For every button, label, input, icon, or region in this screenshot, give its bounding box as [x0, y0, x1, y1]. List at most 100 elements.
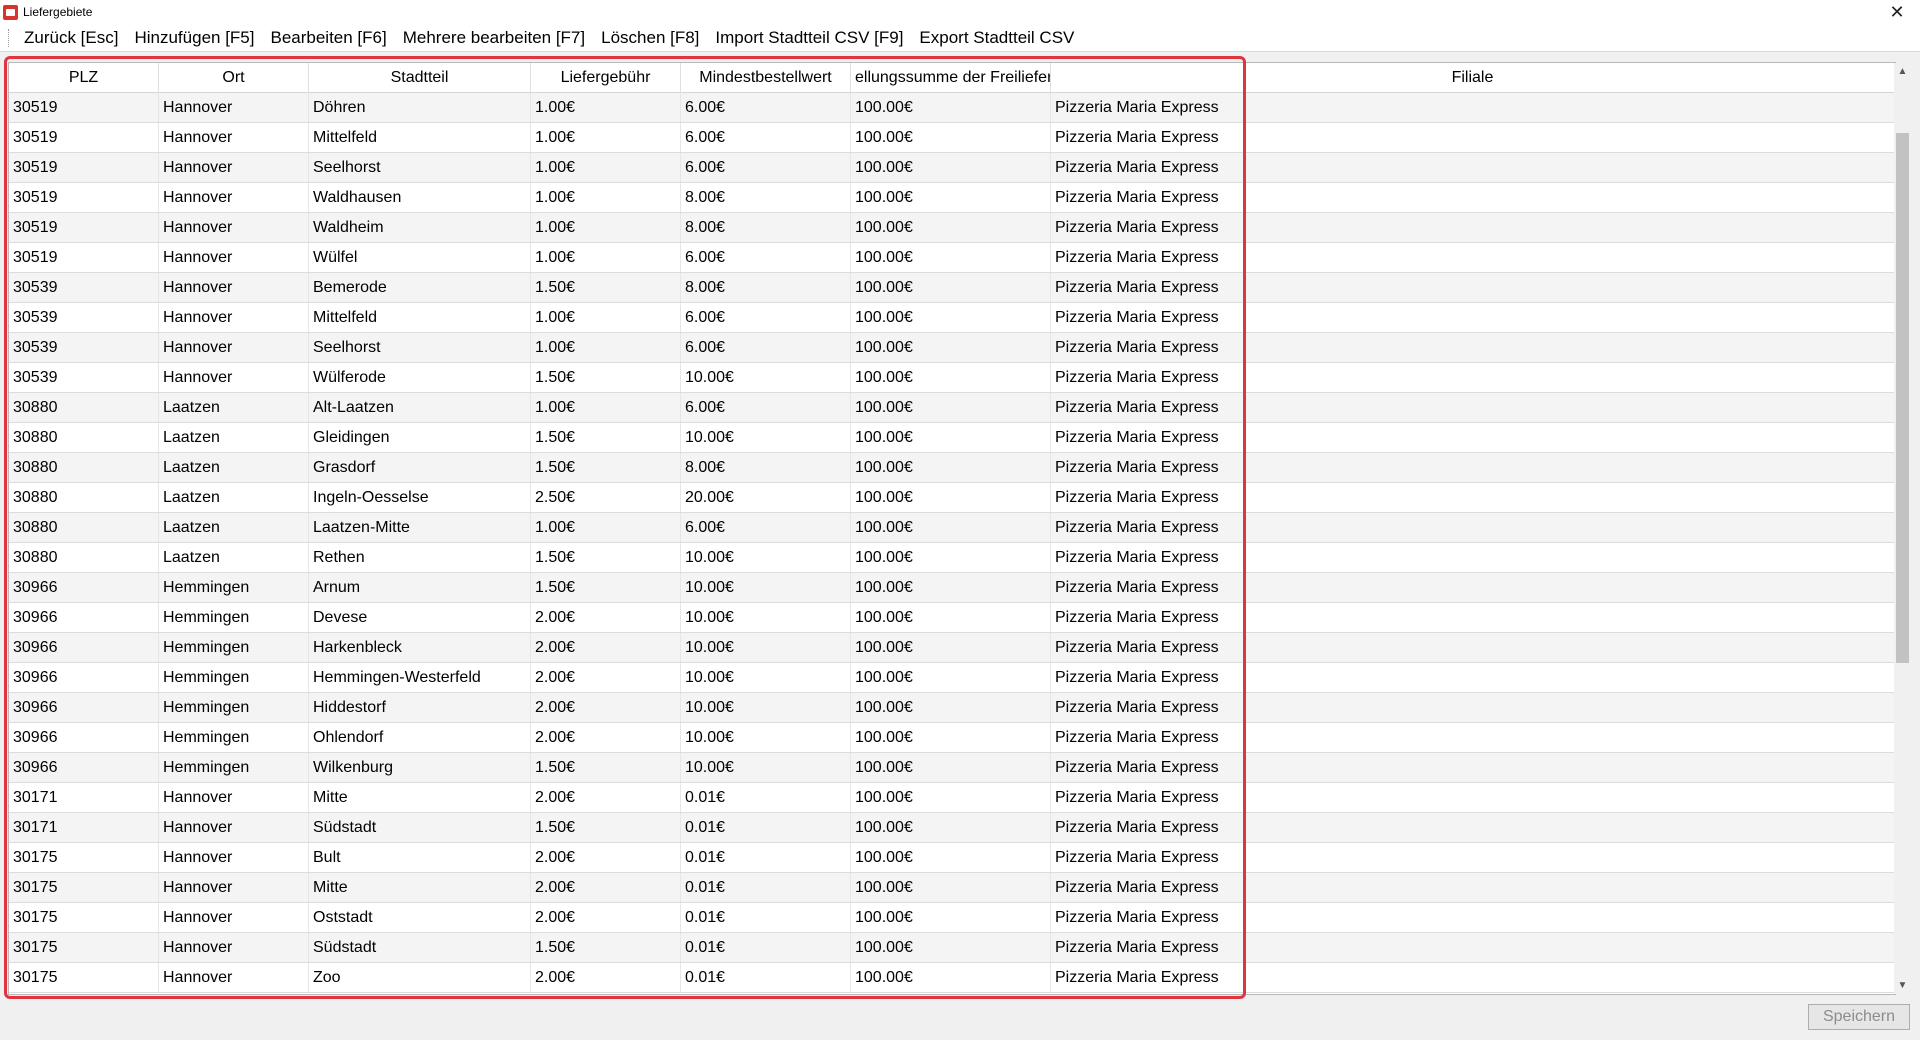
cell-freilieferung[interactable]: 100.00€ [851, 483, 1051, 512]
cell-mindestbestellwert[interactable]: 10.00€ [681, 603, 851, 632]
cell-stadtteil[interactable]: Harkenbleck [309, 633, 531, 662]
cell-ort[interactable]: Hannover [159, 963, 309, 992]
cell-plz[interactable]: 30171 [9, 783, 159, 812]
cell-freilieferung[interactable]: 100.00€ [851, 93, 1051, 122]
cell-plz[interactable]: 30966 [9, 723, 159, 752]
cell-ort[interactable]: Hannover [159, 363, 309, 392]
table-row[interactable]: 30880 Laatzen Rethen 1.50€ 10.00€ 100.00€ Pizz… [9, 543, 1895, 573]
cell-mindestbestellwert[interactable]: 8.00€ [681, 183, 851, 212]
cell-ort[interactable]: Hannover [159, 303, 309, 332]
cell-ort[interactable]: Hannover [159, 873, 309, 902]
scroll-up-icon[interactable]: ▲ [1894, 63, 1911, 80]
table-row[interactable]: 30175 Hannover Südstadt 1.50€ 0.01€ 100.00€ Pi… [9, 933, 1895, 963]
cell-stadtteil[interactable]: Alt-Laatzen [309, 393, 531, 422]
cell-stadtteil[interactable]: Seelhorst [309, 333, 531, 362]
cell-liefergebuehr[interactable]: 1.00€ [531, 513, 681, 542]
cell-freilieferung[interactable]: 100.00€ [851, 453, 1051, 482]
cell-mindestbestellwert[interactable]: 0.01€ [681, 873, 851, 902]
cell-plz[interactable]: 30880 [9, 453, 159, 482]
cell-plz[interactable]: 30539 [9, 273, 159, 302]
cell-mindestbestellwert[interactable]: 6.00€ [681, 393, 851, 422]
cell-plz[interactable]: 30519 [9, 153, 159, 182]
table-row[interactable]: 30966 Hemmingen Arnum 1.50€ 10.00€ 100.00€ Piz… [9, 573, 1895, 603]
table-row[interactable]: 30966 Hemmingen Harkenbleck 2.00€ 10.00€ 100.… [9, 633, 1895, 663]
cell-mindestbestellwert[interactable]: 10.00€ [681, 723, 851, 752]
cell-filiale[interactable]: Pizzeria Maria Express [1051, 873, 1895, 902]
cell-plz[interactable]: 30539 [9, 333, 159, 362]
cell-mindestbestellwert[interactable]: 6.00€ [681, 93, 851, 122]
cell-mindestbestellwert[interactable]: 6.00€ [681, 153, 851, 182]
table-row[interactable]: 30880 Laatzen Ingeln-Oesselse 2.50€ 20.00€ 10… [9, 483, 1895, 513]
cell-freilieferung[interactable]: 100.00€ [851, 213, 1051, 242]
cell-filiale[interactable]: Pizzeria Maria Express [1051, 273, 1895, 302]
cell-plz[interactable]: 30171 [9, 813, 159, 842]
cell-plz[interactable]: 30880 [9, 393, 159, 422]
cell-liefergebuehr[interactable]: 2.00€ [531, 633, 681, 662]
cell-plz[interactable]: 30966 [9, 633, 159, 662]
table-row[interactable]: 30175 Hannover Mitte 2.00€ 0.01€ 100.00€ Pizze… [9, 873, 1895, 903]
cell-freilieferung[interactable]: 100.00€ [851, 153, 1051, 182]
cell-ort[interactable]: Hannover [159, 273, 309, 302]
close-icon[interactable]: ✕ [1874, 0, 1920, 24]
cell-freilieferung[interactable]: 100.00€ [851, 273, 1051, 302]
table-row[interactable]: 30519 Hannover Wülfel 1.00€ 6.00€ 100.00€ Pizz… [9, 243, 1895, 273]
cell-plz[interactable]: 30539 [9, 363, 159, 392]
cell-stadtteil[interactable]: Mittelfeld [309, 123, 531, 152]
cell-filiale[interactable]: Pizzeria Maria Express [1051, 633, 1895, 662]
cell-liefergebuehr[interactable]: 2.00€ [531, 873, 681, 902]
cell-liefergebuehr[interactable]: 1.50€ [531, 543, 681, 572]
cell-filiale[interactable]: Pizzeria Maria Express [1051, 93, 1895, 122]
cell-liefergebuehr[interactable]: 1.00€ [531, 183, 681, 212]
cell-liefergebuehr[interactable]: 1.50€ [531, 423, 681, 452]
table-row[interactable]: 30880 Laatzen Gleidingen 1.50€ 10.00€ 100.00€… [9, 423, 1895, 453]
cell-liefergebuehr[interactable]: 2.00€ [531, 903, 681, 932]
cell-ort[interactable]: Hemmingen [159, 663, 309, 692]
cell-filiale[interactable]: Pizzeria Maria Express [1051, 153, 1895, 182]
cell-filiale[interactable]: Pizzeria Maria Express [1051, 663, 1895, 692]
cell-liefergebuehr[interactable]: 2.00€ [531, 603, 681, 632]
cell-stadtteil[interactable]: Südstadt [309, 933, 531, 962]
cell-filiale[interactable]: Pizzeria Maria Express [1051, 483, 1895, 512]
cell-plz[interactable]: 30966 [9, 753, 159, 782]
cell-liefergebuehr[interactable]: 2.00€ [531, 783, 681, 812]
cell-freilieferung[interactable]: 100.00€ [851, 543, 1051, 572]
column-header-plz[interactable]: PLZ [9, 63, 159, 93]
cell-plz[interactable]: 30519 [9, 183, 159, 212]
cell-plz[interactable]: 30519 [9, 93, 159, 122]
cell-plz[interactable]: 30175 [9, 933, 159, 962]
cell-stadtteil[interactable]: Waldheim [309, 213, 531, 242]
cell-filiale[interactable]: Pizzeria Maria Express [1051, 393, 1895, 422]
cell-filiale[interactable]: Pizzeria Maria Express [1051, 453, 1895, 482]
cell-mindestbestellwert[interactable]: 10.00€ [681, 663, 851, 692]
table-row[interactable]: 30519 Hannover Waldhausen 1.00€ 8.00€ 100.00€… [9, 183, 1895, 213]
cell-freilieferung[interactable]: 100.00€ [851, 903, 1051, 932]
cell-ort[interactable]: Hannover [159, 213, 309, 242]
cell-filiale[interactable]: Pizzeria Maria Express [1051, 243, 1895, 272]
cell-liefergebuehr[interactable]: 1.00€ [531, 123, 681, 152]
cell-mindestbestellwert[interactable]: 10.00€ [681, 363, 851, 392]
cell-stadtteil[interactable]: Waldhausen [309, 183, 531, 212]
export-csv-button[interactable]: Export Stadtteil CSV [911, 25, 1082, 51]
cell-filiale[interactable]: Pizzeria Maria Express [1051, 213, 1895, 242]
table-row[interactable]: 30175 Hannover Oststadt 2.00€ 0.01€ 100.00€ Pi… [9, 903, 1895, 933]
cell-ort[interactable]: Hemmingen [159, 723, 309, 752]
cell-mindestbestellwert[interactable]: 0.01€ [681, 933, 851, 962]
edit-button[interactable]: Bearbeiten [F6] [262, 25, 394, 51]
table-row[interactable]: 30519 Hannover Döhren 1.00€ 6.00€ 100.00€ Pizz… [9, 93, 1895, 123]
cell-liefergebuehr[interactable]: 2.00€ [531, 723, 681, 752]
cell-filiale[interactable]: Pizzeria Maria Express [1051, 123, 1895, 152]
cell-freilieferung[interactable]: 100.00€ [851, 813, 1051, 842]
cell-ort[interactable]: Hannover [159, 843, 309, 872]
cell-liefergebuehr[interactable]: 1.00€ [531, 153, 681, 182]
cell-liefergebuehr[interactable]: 1.50€ [531, 273, 681, 302]
cell-liefergebuehr[interactable]: 2.50€ [531, 483, 681, 512]
cell-filiale[interactable]: Pizzeria Maria Express [1051, 963, 1895, 992]
cell-stadtteil[interactable]: Seelhorst [309, 153, 531, 182]
cell-filiale[interactable]: Pizzeria Maria Express [1051, 543, 1895, 572]
cell-filiale[interactable]: Pizzeria Maria Express [1051, 303, 1895, 332]
table-row[interactable]: 30966 Hemmingen Ohlendorf 2.00€ 10.00€ 100.00… [9, 723, 1895, 753]
cell-mindestbestellwert[interactable]: 0.01€ [681, 963, 851, 992]
column-header-stadtteil[interactable]: Stadtteil [309, 63, 531, 93]
cell-stadtteil[interactable]: Zoo [309, 963, 531, 992]
cell-mindestbestellwert[interactable]: 8.00€ [681, 213, 851, 242]
